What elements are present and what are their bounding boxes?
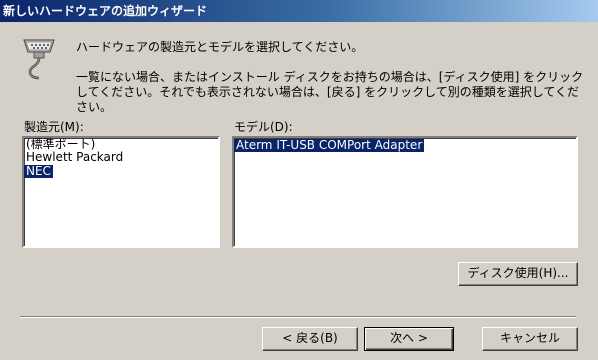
model-label: モデル(D): <box>234 118 293 135</box>
wizard-description: 一覧にない場合、またはインストール ディスクをお持ちの場合は、[ディスク使用] … <box>76 70 584 114</box>
button-separator <box>20 316 576 318</box>
back-button[interactable]: < 戻る(B) <box>262 327 358 351</box>
add-hardware-wizard-window: 新しいハードウェアの追加ウィザード ハードウェアの製造元とモデルを選択してくださ… <box>0 0 598 360</box>
manufacturer-item-nec[interactable]: NEC <box>24 165 53 178</box>
model-item-aterm-it-usb[interactable]: Aterm IT-USB COMPort Adapter <box>234 139 425 152</box>
window-title: 新しいハードウェアの追加ウィザード <box>3 4 208 18</box>
manufacturer-label: 製造元(M): <box>24 118 84 135</box>
cancel-button[interactable]: キャンセル <box>482 327 578 351</box>
model-label-text: モデル(D): <box>234 120 293 134</box>
manufacturer-listbox[interactable]: (標準ポート) Hewlett Packard NEC <box>22 136 220 248</box>
manufacturer-label-text: 製造元(M): <box>24 120 84 134</box>
serial-port-connector-icon <box>20 36 58 80</box>
have-disk-button[interactable]: ディスク使用(H)... <box>458 262 578 286</box>
model-listbox[interactable]: Aterm IT-USB COMPort Adapter <box>232 136 578 248</box>
title-bar[interactable]: 新しいハードウェアの追加ウィザード <box>0 0 598 22</box>
manufacturer-item-hewlett-packard[interactable]: Hewlett Packard <box>24 151 218 164</box>
wizard-heading: ハードウェアの製造元とモデルを選択してください。 <box>76 40 364 54</box>
next-button[interactable]: 次へ > <box>364 327 454 351</box>
